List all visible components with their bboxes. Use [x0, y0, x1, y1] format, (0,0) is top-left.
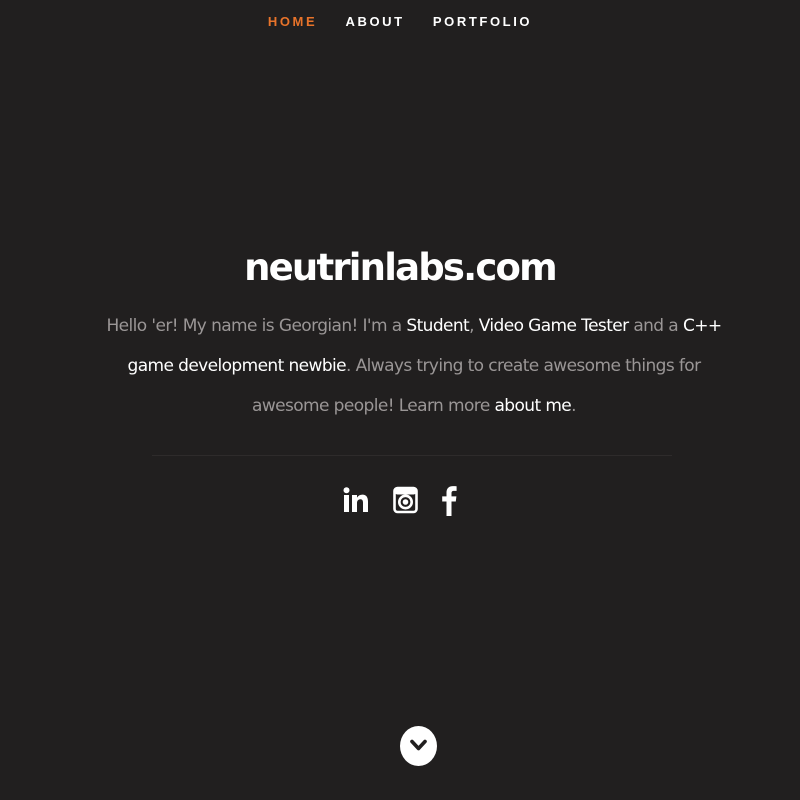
site-title: neutrinlabs.com: [244, 246, 558, 289]
divider: [152, 455, 672, 456]
social-links: [0, 484, 800, 520]
linkedin-icon[interactable]: [343, 487, 369, 517]
video-game-tester-link[interactable]: Video Game Tester: [479, 316, 629, 336]
nav-about[interactable]: ABOUT: [345, 14, 404, 29]
nav-portfolio[interactable]: PORTFOLIO: [433, 14, 532, 29]
intro-text-part: Hello 'er! My name is Georgian! I'm a: [106, 316, 407, 336]
intro-text-part: ,: [469, 316, 479, 336]
chevron-down-icon: [410, 739, 427, 751]
student-link[interactable]: Student: [406, 316, 469, 336]
intro-text-part: and a: [628, 316, 683, 336]
top-nav: HOME ABOUT PORTFOLIO: [0, 14, 800, 29]
page: HOME ABOUT PORTFOLIO neutrinlabs.com Hel…: [0, 0, 800, 800]
scroll-down-button[interactable]: [400, 726, 437, 766]
instagram-icon[interactable]: [392, 485, 418, 519]
intro-text: Hello 'er! My name is Georgian! I'm a St…: [100, 306, 728, 426]
about-me-link[interactable]: about me: [494, 396, 571, 416]
intro-text-part: .: [571, 396, 576, 416]
nav-home[interactable]: HOME: [268, 14, 317, 29]
facebook-icon[interactable]: [441, 484, 457, 520]
